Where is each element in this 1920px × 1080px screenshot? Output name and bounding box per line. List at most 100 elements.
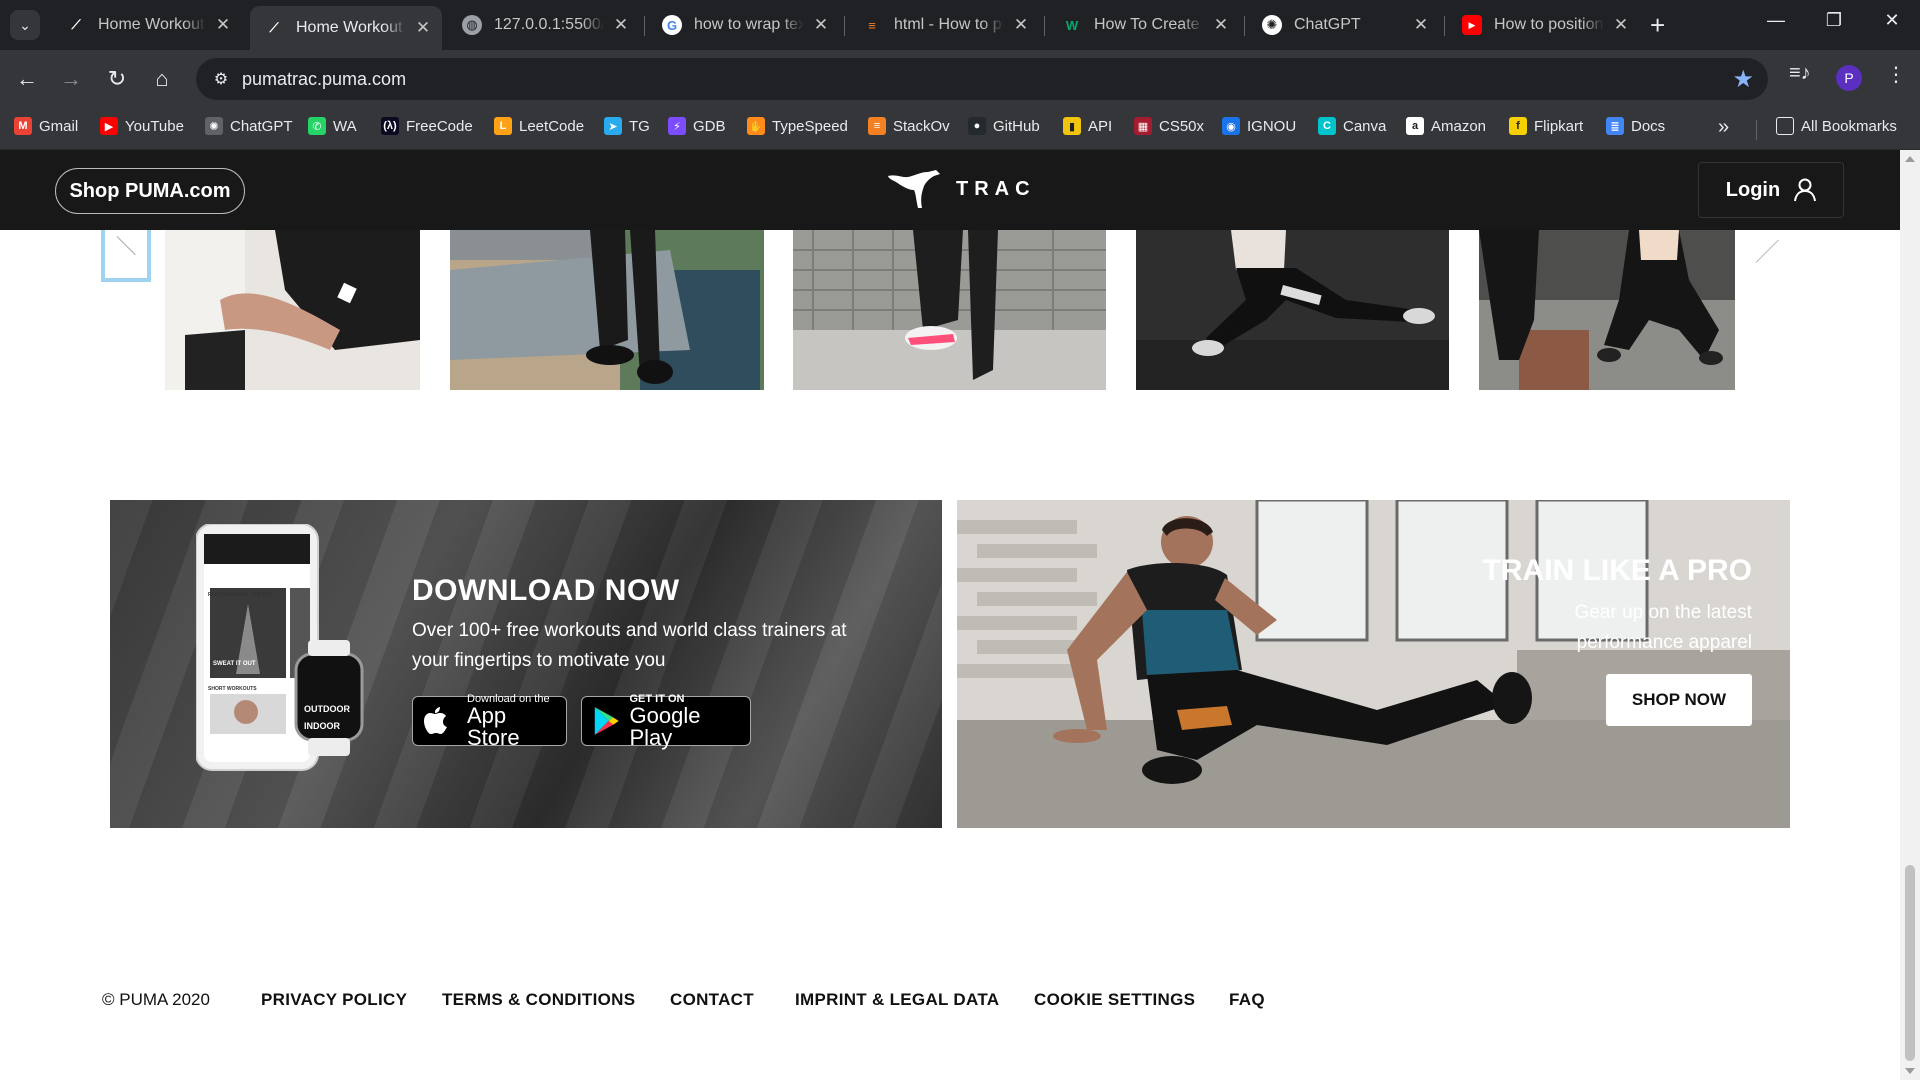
tab-youtube[interactable]: ▶ How to position ✕ [1448,6,1640,44]
bookmark-youtube[interactable]: ▶ YouTube [100,117,184,135]
close-icon[interactable]: ✕ [1412,15,1430,35]
tab-title: 127.0.0.1:5500/W [494,16,604,33]
carousel-next-button[interactable] [1756,234,1786,264]
tab-search-button[interactable]: ⌄ [10,10,40,40]
bookmark-docs[interactable]: ≣ Docs [1606,117,1665,135]
gdb-icon: ⚡ [668,117,686,135]
minimize-button[interactable]: — [1756,10,1796,31]
close-icon[interactable]: ✕ [1212,15,1230,35]
bookmark-label: YouTube [125,117,184,135]
bookmarks-divider [1756,120,1757,140]
site-header: Shop PUMA.com TRAC Login [0,150,1900,230]
restore-button[interactable]: ❐ [1814,10,1854,31]
site-settings-icon[interactable]: ⚙ [210,68,232,90]
footer-link-privacy[interactable]: PRIVACY POLICY [261,990,407,1010]
home-icon: ⌂ [155,66,169,91]
tab-chatgpt[interactable]: ✺ ChatGPT ✕ [1248,6,1440,44]
api-icon: ▮ [1063,117,1081,135]
tab-w3schools[interactable]: W How To Create a ✕ [1048,6,1240,44]
footer-link-imprint[interactable]: IMPRINT & LEGAL DATA [795,990,999,1010]
user-icon [1794,178,1817,202]
footer-link-cookie-settings[interactable]: COOKIE SETTINGS [1034,990,1195,1010]
bookmark-amazon[interactable]: a Amazon [1406,117,1486,135]
download-description: Over 100+ free workouts and world class … [412,620,847,671]
login-label: Login [1725,178,1781,201]
tab-localhost[interactable]: ◍ 127.0.0.1:5500/W ✕ [448,6,640,44]
login-button[interactable]: Login [1698,162,1844,218]
forward-button[interactable]: → [56,64,86,94]
page-viewport: Shop PUMA.com TRAC Login RECOMMENDED FOR… [0,150,1900,1080]
bookmark-label: Docs [1631,117,1666,135]
reload-icon: ↻ [107,66,127,91]
athlete-photo [957,500,1790,828]
bookmark-flipkart[interactable]: f Flipkart [1509,117,1583,135]
address-bar[interactable]: ⚙ pumatrac.puma.com ★ [196,58,1768,100]
close-icon[interactable]: ✕ [612,15,630,35]
close-window-button[interactable]: ✕ [1872,10,1912,31]
footer-link-contact[interactable]: CONTACT [670,990,754,1010]
bookmark-stackov[interactable]: ≡ StackOv [868,117,950,135]
page-scrollbar[interactable] [1900,150,1920,1080]
tab-home-workout-2[interactable]: ⟋ Home Workout | ✕ [250,6,442,50]
tab-title: How To Create a [1094,16,1204,33]
bookmark-github[interactable]: ● GitHub [968,117,1040,135]
ignou-icon: ◉ [1222,117,1240,135]
app-store-button[interactable]: Download on the App Store [412,693,567,749]
carousel-image-2[interactable] [450,230,764,390]
tab-title: ChatGPT [1294,16,1361,33]
bookmark-tg[interactable]: ➤ TG [604,117,650,135]
profile-avatar[interactable]: P [1836,65,1862,91]
bookmark-star-icon[interactable]: ★ [1732,65,1754,94]
close-icon[interactable]: ✕ [812,15,830,35]
bookmark-ignou[interactable]: ◉ IGNOU [1222,117,1296,135]
close-icon[interactable]: ✕ [414,18,432,38]
bookmark-canva[interactable]: C Canva [1318,117,1386,135]
bookmark-wa[interactable]: ✆ WA [308,117,357,135]
scroll-down-arrow[interactable] [1905,1068,1915,1074]
more-bookmarks-icon[interactable]: » [1718,116,1729,139]
bookmark-label: LeetCode [519,117,585,135]
bookmark-leetcode[interactable]: L LeetCode [494,117,584,135]
tab-google-search[interactable]: G how to wrap text ✕ [648,6,840,44]
home-button[interactable]: ⌂ [147,64,177,94]
carousel-prev-button[interactable] [101,230,151,282]
menu-dots-icon[interactable]: ⋮ [1886,62,1906,87]
scrollbar-thumb[interactable] [1905,865,1915,1061]
watch-caption-outdoor: OUTDOOR [304,704,350,714]
close-icon[interactable]: ✕ [214,15,232,35]
carousel-image-4[interactable] [1136,230,1449,390]
close-icon[interactable]: ✕ [1012,15,1030,35]
shop-puma-button[interactable]: Shop PUMA.com [55,168,245,214]
phone-watch-mockup [196,524,364,771]
close-icon[interactable]: ✕ [1612,15,1630,35]
puma-trac-logo[interactable]: TRAC [886,168,1036,210]
bookmark-label: ChatGPT [230,117,293,135]
all-bookmarks-folder[interactable]: All Bookmarks [1776,117,1897,135]
shop-now-button[interactable]: SHOP NOW [1606,674,1752,726]
bookmark-api[interactable]: ▮ API [1063,117,1112,135]
google-play-button[interactable]: GET IT ON Google Play [581,693,751,749]
new-tab-button[interactable]: + [1650,10,1665,40]
bookmark-cs50x[interactable]: ▦ CS50x [1134,117,1204,135]
bookmark-gmail[interactable]: M Gmail [14,117,78,135]
carousel-image-3[interactable] [793,230,1106,390]
url-text[interactable]: pumatrac.puma.com [242,69,406,90]
reload-button[interactable]: ↻ [102,64,132,94]
footer-link-faq[interactable]: FAQ [1229,990,1265,1010]
puma-cat-icon [888,170,940,208]
tab-stackoverflow[interactable]: ≡ html - How to pu ✕ [848,6,1040,44]
logo-text: TRAC [956,177,1036,200]
media-control-icon[interactable]: ≡♪ [1789,62,1811,85]
carousel-image-5[interactable] [1479,230,1735,390]
bookmark-gdb[interactable]: ⚡ GDB [668,117,726,135]
tab-home-workout-1[interactable]: ⟋ Home Workout | ✕ [52,6,242,44]
carousel-image-1[interactable] [165,230,420,390]
bookmark-freecode[interactable]: (λ) FreeCode [381,117,473,135]
bookmark-typespeed[interactable]: ✋ TypeSpeed [747,117,848,135]
bookmark-chatgpt[interactable]: ✺ ChatGPT [205,117,293,135]
back-button[interactable]: ← [12,64,42,94]
tab-title: Home Workout | [98,16,206,33]
scroll-up-arrow[interactable] [1905,156,1915,162]
watch-caption-indoor: INDOOR [304,721,340,731]
footer-link-terms[interactable]: TERMS & CONDITIONS [442,990,635,1010]
